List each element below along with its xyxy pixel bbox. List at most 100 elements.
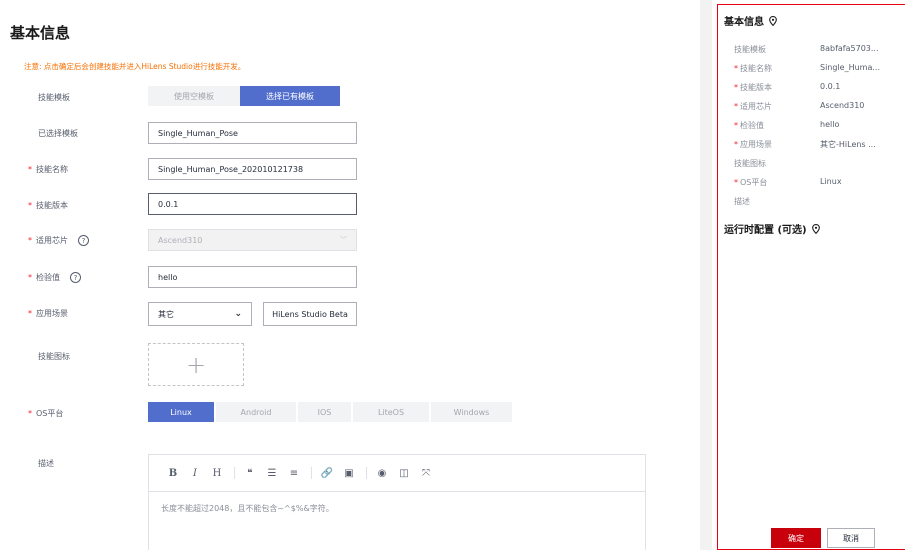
os-option-linux[interactable]: Linux [148, 402, 214, 422]
required-star: * [28, 409, 32, 418]
required-star: * [734, 83, 738, 92]
editor-toolbar: B I H ❝ ☰ ≡ 🔗 ▣ ◉ ◫ ⤧ [149, 455, 645, 492]
existing-template-button[interactable]: 选择已有模板 [240, 86, 340, 106]
summary-basic-title-text: 基本信息 [724, 17, 764, 28]
summary-label-text: 技能图标 [734, 159, 766, 168]
description-placeholder: 长度不能超过2048，且不能包含~^$%&字符。 [161, 504, 334, 513]
os-option-android[interactable]: Android [216, 402, 296, 422]
summary-label-scenario: * 应用场景 [734, 139, 772, 150]
scroll-gutter [700, 0, 712, 550]
summary-runtime-title-text: 运行时配置 (可选) [724, 225, 807, 236]
summary-label-check: * 检验值 [734, 120, 764, 131]
side-by-side-icon[interactable]: ◫ [394, 463, 414, 483]
skill-version-input[interactable]: 0.0.1 [148, 193, 357, 215]
check-value-input[interactable]: hello [148, 266, 357, 288]
selected-template-label-text: 已选择模板 [38, 129, 78, 138]
required-star: * [734, 102, 738, 111]
template-label: 技能模板 [38, 92, 70, 103]
description-editor[interactable]: B I H ❝ ☰ ≡ 🔗 ▣ ◉ ◫ ⤧ 长度不能超过2048，且不能包含~^… [148, 454, 646, 550]
skill-icon-label: 技能图标 [38, 351, 70, 362]
scenario-label: * 应用场景 [28, 308, 68, 319]
bold-icon[interactable]: B [163, 463, 183, 483]
image-icon[interactable]: ▣ [339, 463, 359, 483]
fullscreen-icon[interactable]: ⤧ [416, 463, 436, 483]
summary-label-text: OS平台 [740, 178, 768, 187]
check-value-label: * 检验值? [28, 272, 81, 283]
skill-name-label: * 技能名称 [28, 164, 68, 175]
summary-basic-title: 基本信息 [724, 13, 777, 28]
selected-template-input[interactable]: Single_Human_Pose [148, 122, 357, 144]
chevron-down-icon: ⌄ [234, 309, 242, 319]
required-star: * [28, 273, 32, 282]
notice-text: 注意: 点击确定后会创建技能并进入HiLens Studio进行技能开发。 [24, 62, 246, 71]
chevron-down-icon: ﹀ [340, 236, 347, 244]
skill-icon-label-text: 技能图标 [38, 352, 70, 361]
chip-select-value: Ascend310 [158, 235, 203, 245]
description-label-text: 描述 [38, 459, 54, 468]
summary-value-scenario: 其它-HiLens ... [820, 140, 876, 149]
summary-value-os: Linux [820, 177, 842, 186]
required-star: * [28, 201, 32, 210]
summary-label-name: * 技能名称 [734, 63, 772, 74]
required-star: * [28, 165, 32, 174]
required-star: * [734, 178, 738, 187]
summary-label-text: 描述 [734, 197, 750, 206]
os-option-liteos[interactable]: LiteOS [353, 402, 429, 422]
summary-label-text: 应用场景 [740, 140, 772, 149]
skill-name-input[interactable]: Single_Human_Pose_202010121738 [148, 158, 357, 180]
skill-version-label: * 技能版本 [28, 200, 68, 211]
summary-label-text: 技能名称 [740, 64, 772, 73]
heading-icon[interactable]: H [207, 463, 227, 483]
scenario-select-value: 其它 [158, 309, 174, 319]
unordered-list-icon[interactable]: ☰ [262, 463, 282, 483]
toolbar-divider [311, 467, 312, 479]
scenario-select[interactable]: 其它 ⌄ [148, 302, 252, 326]
icon-upload-area[interactable]: + [148, 343, 244, 386]
required-star: * [28, 309, 32, 318]
os-option-windows[interactable]: Windows [431, 402, 512, 422]
description-label: 描述 [38, 458, 54, 469]
required-star: * [734, 121, 738, 130]
check-value-label-text: 检验值 [36, 273, 60, 282]
confirm-button[interactable]: 确定 [771, 528, 821, 548]
summary-label-version: * 技能版本 [734, 82, 772, 93]
summary-label-text: 适用芯片 [740, 102, 772, 111]
cancel-button[interactable]: 取消 [827, 528, 875, 548]
chip-label: * 适用芯片? [28, 235, 89, 246]
help-icon[interactable]: ? [70, 272, 81, 283]
italic-icon[interactable]: I [185, 463, 205, 483]
summary-value-check: hello [820, 120, 840, 129]
plus-icon: + [185, 350, 207, 379]
quote-icon[interactable]: ❝ [240, 463, 260, 483]
ordered-list-icon[interactable]: ≡ [284, 463, 304, 483]
summary-value-template: 8abfafa5703... [820, 44, 879, 53]
page-title: 基本信息 [10, 24, 71, 42]
preview-icon[interactable]: ◉ [372, 463, 392, 483]
location-pin-icon [811, 223, 820, 234]
summary-value-chip: Ascend310 [820, 101, 865, 110]
os-label: * OS平台 [28, 408, 63, 419]
chip-select: Ascend310 ﹀ [148, 229, 357, 251]
summary-label-text: 技能模板 [734, 45, 766, 54]
summary-value-name: Single_Huma... [820, 63, 881, 72]
summary-label-text: 检验值 [740, 121, 764, 130]
required-star: * [734, 140, 738, 149]
studio-version-box: HiLens Studio Beta [263, 302, 357, 326]
link-icon[interactable]: 🔗 [317, 463, 337, 483]
blank-template-button[interactable]: 使用空模板 [148, 86, 240, 106]
help-icon[interactable]: ? [78, 235, 89, 246]
summary-label-os: * OS平台 [734, 177, 767, 188]
summary-label-description: 描述 [734, 196, 750, 207]
location-pin-icon [769, 15, 777, 26]
toolbar-divider [366, 467, 367, 479]
summary-label-chip: * 适用芯片 [734, 101, 772, 112]
summary-label-icon: 技能图标 [734, 158, 766, 169]
os-option-ios[interactable]: IOS [298, 402, 351, 422]
summary-runtime-title: 运行时配置 (可选) [724, 221, 820, 236]
skill-version-label-text: 技能版本 [36, 201, 68, 210]
template-label-text: 技能模板 [38, 93, 70, 102]
skill-name-label-text: 技能名称 [36, 165, 68, 174]
summary-panel: 基本信息 技能模板 8abfafa5703... * 技能名称 Single_Hu… [717, 4, 905, 550]
selected-template-label: 已选择模板 [38, 128, 78, 139]
scenario-label-text: 应用场景 [36, 309, 68, 318]
